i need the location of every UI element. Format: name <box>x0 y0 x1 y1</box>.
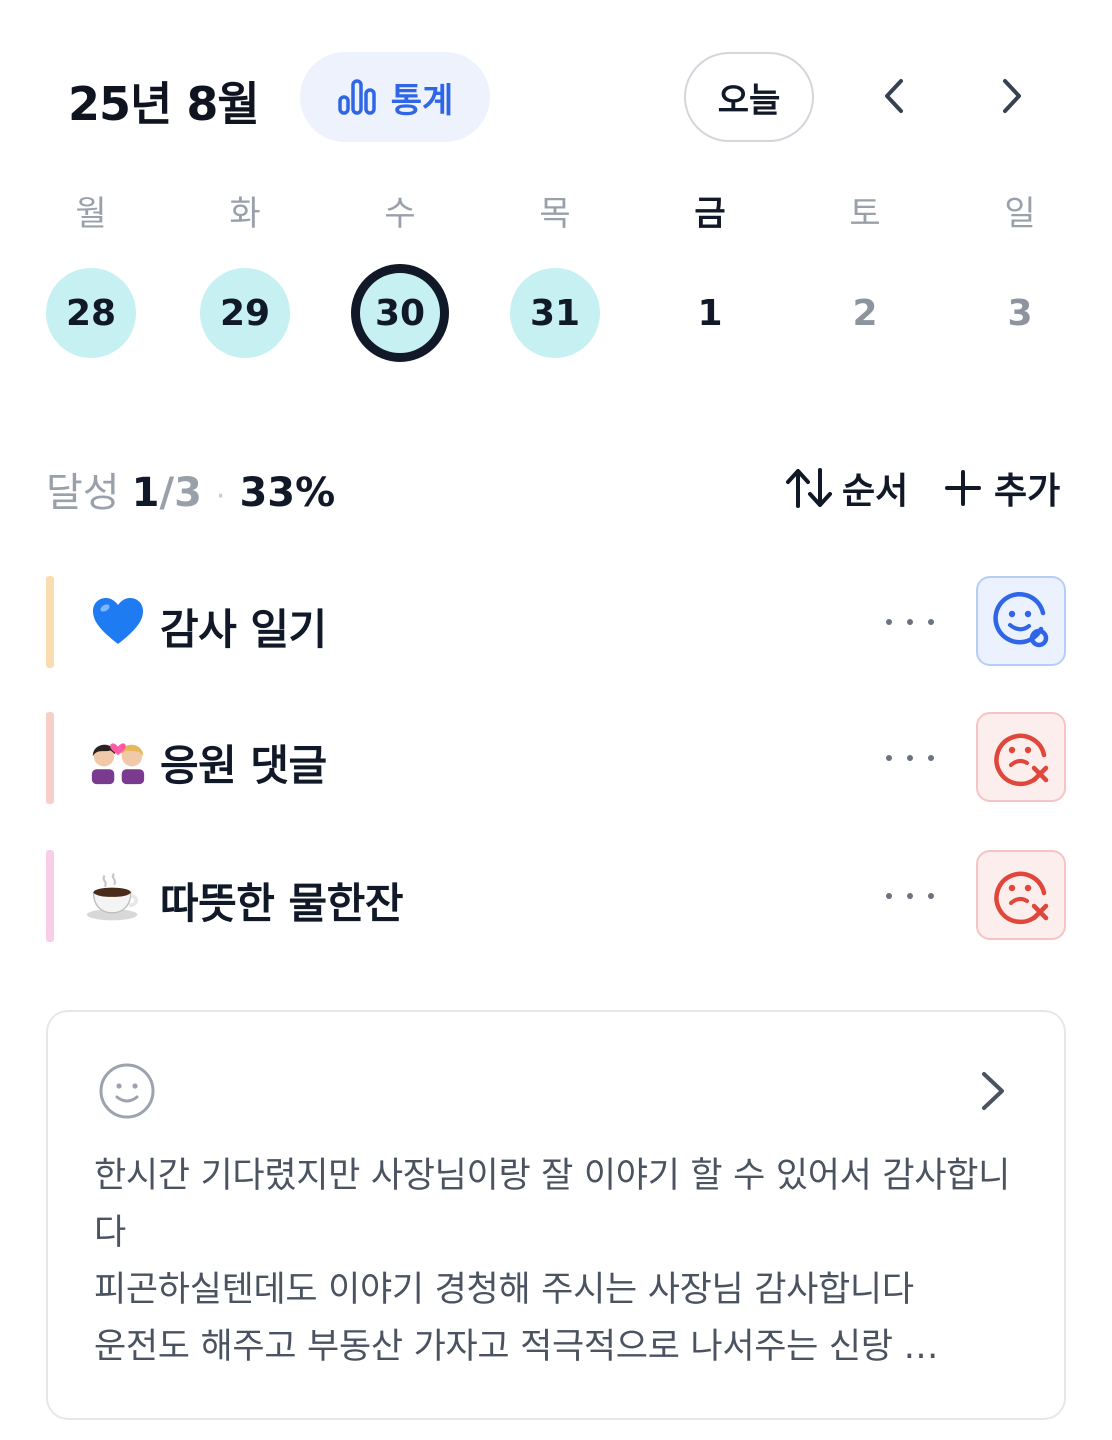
more-options-button[interactable] <box>880 738 940 778</box>
smiley-icon <box>99 1063 155 1119</box>
habit-status-done[interactable] <box>976 576 1066 666</box>
day-cell[interactable]: 2 <box>820 268 910 358</box>
more-options-button[interactable] <box>880 876 940 916</box>
day-cell[interactable]: 28 <box>46 268 136 358</box>
weekday-mon: 월 <box>75 194 107 234</box>
next-week-button[interactable] <box>982 66 1042 126</box>
add-habit-button[interactable]: 추가 <box>944 462 1060 514</box>
weekday-tue: 화 <box>229 194 261 234</box>
weekday-sat: 토 <box>849 194 881 234</box>
weekday-fri: 금 <box>694 194 726 234</box>
habit-name: 감사 일기 <box>160 605 327 654</box>
progress-label: 달성 <box>46 470 120 516</box>
habit-row[interactable]: 감사 일기 <box>46 576 1066 668</box>
weekday-wed: 수 <box>384 194 416 234</box>
bar-chart-icon <box>337 79 376 115</box>
smile-check-icon <box>993 591 1049 648</box>
blue-heart-icon <box>90 594 146 650</box>
chevron-right-icon <box>1003 79 1021 113</box>
day-cell-selected[interactable]: 30 <box>351 264 449 362</box>
chevron-left-icon <box>885 79 903 113</box>
stats-button[interactable]: 통계 <box>300 52 490 142</box>
habit-status-failed[interactable] <box>976 712 1066 802</box>
day-cell[interactable]: 29 <box>200 268 290 358</box>
progress-done: 1 <box>131 470 160 516</box>
progress-separator: · <box>215 479 226 514</box>
more-options-button[interactable] <box>880 602 940 642</box>
habit-name: 따뜻한 물한잔 <box>160 879 403 928</box>
today-button[interactable]: 오늘 <box>684 52 814 142</box>
progress-percent: 33% <box>239 470 336 516</box>
sad-x-icon <box>994 733 1049 787</box>
add-label: 추가 <box>994 471 1061 512</box>
couple-kiss-icon <box>90 730 146 786</box>
weekday-thu: 목 <box>539 194 571 234</box>
habit-status-failed[interactable] <box>976 850 1066 940</box>
day-cell[interactable]: 31 <box>510 268 600 358</box>
habit-row[interactable]: 응원 댓글 <box>46 712 1066 804</box>
journal-text: 한시간 기다렸지만 사장님이랑 잘 이야기 할 수 있어서 감사합니다 피곤하실… <box>94 1156 1011 1367</box>
weekday-sun: 일 <box>1004 194 1036 234</box>
habit-color-bar <box>46 712 54 804</box>
habit-row[interactable]: 따뜻한 물한잔 <box>46 850 1066 942</box>
progress-summary: 달성 1/3 · 33% <box>46 460 335 518</box>
day-cell-today[interactable]: 1 <box>665 268 755 358</box>
habit-color-bar <box>46 576 54 668</box>
month-title[interactable]: 25년 8월 <box>68 68 260 134</box>
sort-label: 순서 <box>842 471 909 512</box>
sort-arrows-icon <box>786 468 832 508</box>
habit-name: 응원 댓글 <box>160 741 327 790</box>
sort-button[interactable]: 순서 <box>784 462 908 514</box>
hot-beverage-icon <box>86 868 142 924</box>
prev-week-button[interactable] <box>864 66 924 126</box>
day-cell[interactable]: 3 <box>975 268 1065 358</box>
chevron-right-icon[interactable] <box>972 1068 1012 1114</box>
sad-x-icon <box>994 871 1049 925</box>
stats-label: 통계 <box>390 80 454 121</box>
habit-color-bar <box>46 850 54 942</box>
progress-total: /3 <box>159 470 202 516</box>
journal-card[interactable]: 한시간 기다렸지만 사장님이랑 잘 이야기 할 수 있어서 감사합니다 피곤하실… <box>46 1010 1066 1420</box>
plus-icon <box>945 470 981 506</box>
